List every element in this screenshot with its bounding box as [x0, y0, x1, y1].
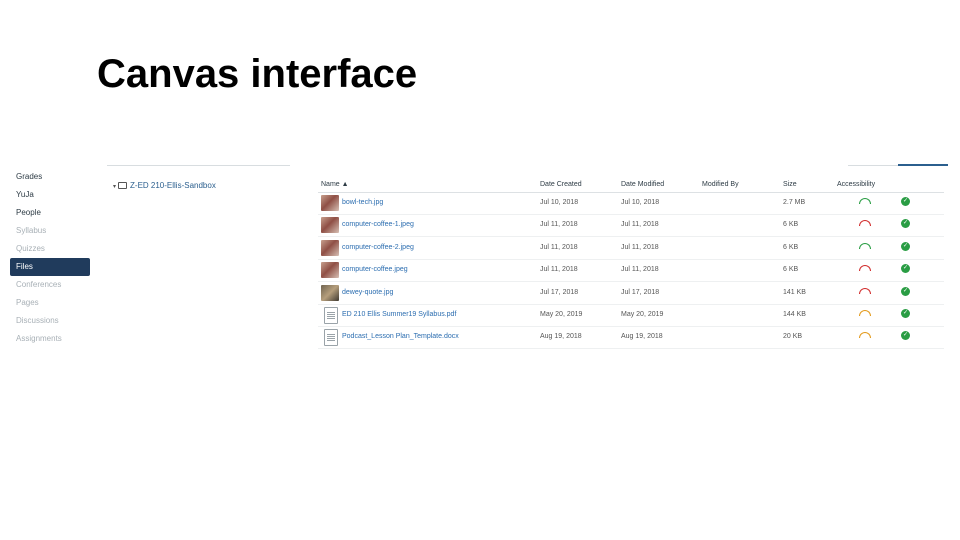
file-name-link[interactable]: computer-coffee.jpeg — [342, 266, 408, 273]
column-name[interactable]: Name ▲ — [321, 181, 349, 188]
file-name-link[interactable]: Podcast_Lesson Plan_Template.docx — [342, 333, 459, 340]
image-thumbnail — [321, 195, 339, 211]
date-created: Jul 11, 2018 — [540, 266, 578, 274]
table-row[interactable]: bowl-tech.jpg Jul 10, 2018 Jul 10, 2018 2.7… — [318, 192, 944, 215]
column-accessibility[interactable]: Accessibility — [837, 181, 875, 188]
expand-caret-icon[interactable]: ▾ — [113, 184, 116, 190]
table-row[interactable]: computer-coffee.jpeg Jul 11, 2018 Jul 11, … — [318, 259, 944, 283]
file-name-link[interactable]: computer-coffee-1.jpeg — [342, 221, 414, 228]
accessibility-gauge-icon[interactable] — [859, 242, 871, 249]
accessibility-gauge-icon[interactable] — [859, 265, 871, 272]
active-tab-indicator — [898, 164, 948, 166]
check-circle-icon: ✓ — [901, 309, 910, 318]
file-name-link[interactable]: dewey-quote.jpg — [342, 289, 393, 296]
nav-item-assignments[interactable]: Assignments — [10, 330, 90, 348]
nav-item-yuja[interactable]: YuJa — [10, 186, 90, 204]
date-modified: Jul 10, 2018 — [621, 199, 660, 206]
accessibility-gauge-icon[interactable] — [859, 332, 871, 339]
course-navigation: Grades YuJa People Syllabus Quizzes File… — [10, 168, 90, 348]
nav-item-discussions[interactable]: Discussions — [10, 312, 90, 330]
accessibility-gauge-icon[interactable] — [859, 220, 871, 227]
check-circle-icon: ✓ — [901, 241, 910, 251]
nav-item-grades[interactable]: Grades — [10, 168, 90, 186]
file-size: 6 KB — [783, 266, 799, 274]
file-table-header: Name ▲ Date Created Date Modified Modifi… — [318, 174, 944, 193]
file-name-link[interactable]: computer-coffee-2.jpeg — [342, 244, 414, 251]
check-circle-icon: ✓ — [901, 331, 910, 341]
date-created: Jul 10, 2018 — [540, 199, 579, 206]
image-thumbnail — [321, 239, 339, 256]
nav-item-people[interactable]: People — [10, 204, 90, 222]
file-size: 6 KB — [783, 221, 799, 229]
check-circle-icon: ✓ — [901, 197, 910, 206]
check-circle-icon: ✓ — [901, 264, 910, 274]
column-size[interactable]: Size — [783, 181, 797, 188]
nav-item-files[interactable]: Files — [10, 258, 90, 276]
check-circle-icon: ✓ — [901, 286, 910, 296]
date-created: Aug 19, 2018 — [540, 333, 582, 341]
table-row[interactable]: computer-coffee-1.jpeg Jul 11, 2018 Jul 11… — [318, 214, 944, 238]
file-name-link[interactable]: ED 210 Ellis Summer19 Syllabus.pdf — [342, 311, 456, 318]
file-size: 144 KB — [783, 311, 806, 318]
table-row[interactable]: ED 210 Ellis Summer19 Syllabus.pdf May 20… — [318, 304, 944, 327]
nav-item-conferences[interactable]: Conferences — [10, 276, 90, 294]
nav-item-quizzes[interactable]: Quizzes — [10, 240, 90, 258]
accessibility-gauge-icon[interactable] — [859, 287, 871, 294]
date-modified: Aug 19, 2018 — [621, 333, 663, 341]
date-modified: May 20, 2019 — [621, 311, 664, 318]
image-thumbnail — [321, 284, 339, 301]
file-size: 20 KB — [783, 333, 803, 341]
check-circle-icon: ✓ — [901, 219, 910, 229]
folder-icon — [118, 182, 128, 190]
table-row[interactable]: Podcast_Lesson Plan_Template.docx Aug 19,… — [318, 326, 944, 350]
file-size: 141 KB — [783, 288, 806, 296]
column-date-created[interactable]: Date Created — [540, 181, 582, 188]
nav-item-syllabus[interactable]: Syllabus — [10, 222, 90, 240]
date-modified: Jul 11, 2018 — [621, 266, 659, 274]
accessibility-gauge-icon[interactable] — [859, 310, 871, 316]
file-size: 2.7 MB — [783, 199, 806, 206]
column-modified-by[interactable]: Modified By — [702, 181, 739, 188]
file-size: 6 KB — [783, 243, 799, 251]
nav-item-pages[interactable]: Pages — [10, 294, 90, 312]
table-row[interactable]: dewey-quote.jpg Jul 17, 2018 Jul 17, 2018 1… — [318, 282, 944, 305]
column-date-modified[interactable]: Date Modified — [621, 181, 664, 188]
date-created: Jul 17, 2018 — [540, 288, 579, 296]
folder-name[interactable]: Z-ED 210-Ellis-Sandbox — [130, 181, 216, 190]
date-modified: Jul 11, 2018 — [621, 243, 659, 251]
slide-title: Canvas interface — [97, 52, 418, 96]
file-name-link[interactable]: bowl-tech.jpg — [342, 199, 383, 206]
date-created: Jul 11, 2018 — [540, 243, 578, 251]
date-created: May 20, 2019 — [540, 311, 583, 318]
date-modified: Jul 11, 2018 — [621, 221, 659, 229]
toolbar-divider-right — [848, 165, 898, 166]
folder-tree: ▾ Z-ED 210-Ellis-Sandbox — [113, 181, 216, 190]
date-modified: Jul 17, 2018 — [621, 288, 660, 296]
document-icon — [324, 329, 338, 347]
image-thumbnail — [321, 217, 339, 234]
table-row[interactable]: computer-coffee-2.jpeg Jul 11, 2018 Jul 11… — [318, 237, 944, 260]
date-created: Jul 11, 2018 — [540, 221, 578, 229]
image-thumbnail — [321, 262, 339, 279]
accessibility-gauge-icon[interactable] — [859, 198, 871, 204]
toolbar-divider — [107, 165, 290, 166]
document-icon — [324, 307, 338, 324]
